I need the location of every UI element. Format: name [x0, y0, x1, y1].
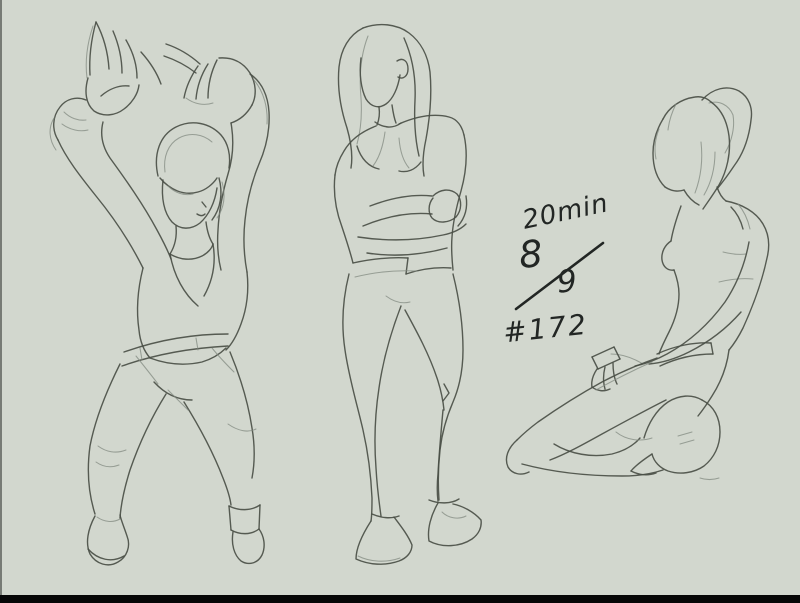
drawing-canvas: 20min 8 9 #172 [0, 0, 800, 603]
gesture-sketches [49, 21, 770, 566]
note-pose-numerator: 8 [516, 231, 545, 278]
screen-edge-left [0, 0, 2, 603]
note-pose-denominator: 9 [555, 263, 578, 301]
figure-kneeling [505, 87, 770, 481]
figure-arms-raised [49, 21, 270, 566]
figure-arms-crossed [333, 23, 482, 565]
letterbox-bottom-bar [0, 595, 800, 603]
